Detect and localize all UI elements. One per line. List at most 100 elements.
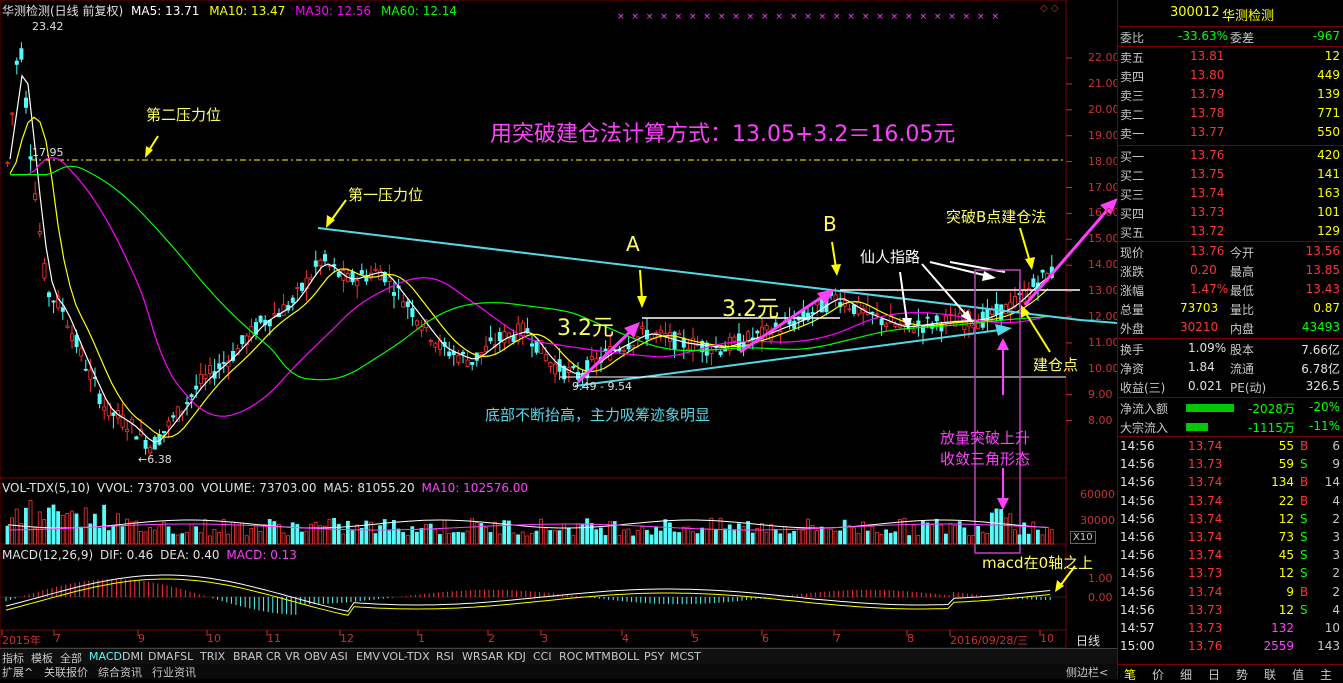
volume-bar	[815, 530, 819, 545]
candle	[125, 420, 130, 441]
price-tick-label: 16.00	[1088, 206, 1120, 220]
candle	[217, 354, 222, 379]
indicator-tab[interactable]: MACD	[89, 650, 122, 663]
time-axis-label: 2015年	[2, 634, 41, 647]
quote-label: 总量	[1120, 303, 1145, 317]
panel-tab[interactable]: 日	[1208, 666, 1220, 683]
indicator-tab[interactable]: CCI	[533, 650, 552, 663]
volume-bar	[778, 533, 783, 545]
extension-tab[interactable]: 行业资讯	[152, 664, 196, 680]
order-diff-label: 委差	[1230, 31, 1255, 45]
extension-tab[interactable]: 扩展^	[2, 664, 33, 680]
volume-bar	[635, 530, 640, 545]
ask-volume: 139	[1317, 87, 1340, 101]
indicator-tab[interactable]: BRAR	[233, 650, 263, 663]
sidebar-toggle[interactable]: 侧边栏<	[1066, 664, 1108, 680]
indicator-tab[interactable]: EMV	[356, 650, 380, 663]
indicator-tab[interactable]: ASI	[330, 650, 348, 663]
time-axis-label: 4	[622, 632, 629, 645]
vol-axis-multiplier: X10	[1070, 531, 1096, 544]
candle	[879, 317, 884, 336]
tick-count: 9	[1332, 457, 1340, 472]
panel-tab[interactable]: 势	[1236, 666, 1248, 683]
volume-bar	[603, 535, 608, 545]
indicator-tab[interactable]: DMI	[122, 650, 143, 663]
candle	[332, 257, 337, 273]
time-axis-label: 7	[54, 632, 61, 645]
tick-time: 14:56	[1120, 475, 1155, 490]
indicator-tab[interactable]: RSI	[436, 650, 454, 663]
indicator-tab[interactable]: BOLL	[611, 650, 639, 663]
first-pressure-annotation: 第一压力位	[348, 186, 424, 204]
indicator-tab[interactable]: PSY	[644, 650, 664, 663]
extension-tab[interactable]: 综合资讯	[98, 664, 142, 680]
second-pressure-annotation: 第二压力位	[146, 106, 222, 124]
ma10-label: MA10: 13.47	[209, 4, 286, 18]
indicator-tab[interactable]: VOL-TDX	[382, 650, 430, 663]
volume-bar	[824, 527, 829, 545]
volume-bar	[953, 524, 957, 545]
indicator-tab[interactable]: TRIX	[200, 650, 225, 663]
candle	[437, 334, 442, 357]
candle	[852, 304, 857, 317]
panel-controls[interactable]: ◇ ◇	[1040, 3, 1059, 14]
indicator-tab[interactable]: MTM	[585, 650, 611, 663]
price-tick-label: 18.00	[1088, 154, 1120, 168]
tick-volume: 2559	[1263, 639, 1294, 654]
candle	[373, 262, 378, 272]
volume-bar	[704, 528, 709, 545]
volume-bar	[456, 531, 461, 545]
candle	[1022, 280, 1027, 305]
quote-value: 13.85	[1305, 263, 1340, 277]
candle	[171, 412, 176, 422]
volume-bar	[313, 522, 318, 545]
volume-break-line2: 收敛三角形态	[940, 450, 1031, 468]
indicator-tab[interactable]: CR	[266, 650, 281, 663]
candle	[341, 260, 346, 293]
indicator-tab[interactable]: VR	[285, 650, 300, 663]
candle	[985, 299, 990, 332]
tick-time: 14:56	[1120, 439, 1155, 453]
tick-price: 13.74	[1188, 511, 1223, 526]
macd-axis-1: 1.00	[1088, 572, 1113, 585]
indicator-tab[interactable]: SAR	[481, 650, 503, 663]
volume-bar	[419, 528, 424, 545]
flow-amount: -1115万	[1248, 421, 1295, 435]
fund-value: 0.021	[1188, 379, 1223, 393]
volume-bar	[10, 517, 15, 545]
indicator-tab[interactable]: ROC	[559, 650, 583, 663]
candle	[658, 325, 663, 342]
candle	[640, 321, 645, 336]
indicator-tab[interactable]: DMA	[148, 650, 174, 663]
tick-volume: 12	[1278, 602, 1294, 617]
volume-bar	[957, 521, 962, 545]
volume-bar	[792, 530, 796, 545]
panel-tab[interactable]: 价	[1152, 666, 1164, 683]
candle	[801, 300, 806, 326]
panel-tab[interactable]: 联	[1264, 666, 1276, 683]
formula-annotation: 用突破建仓法计算方式：13.05+3.2＝16.05元	[490, 122, 956, 147]
candle	[313, 250, 318, 276]
pattern-markers: × × × × × × × × × × × × × × × × × × × × …	[617, 12, 1001, 22]
extension-tab[interactable]: 关联报价	[44, 664, 88, 680]
indicator-tab[interactable]: KDJ	[507, 650, 526, 663]
vol-indicator-name: VOL-TDX(5,10)	[2, 481, 91, 495]
volume-bar	[948, 523, 953, 545]
kline-chart-area[interactable]: 华测检测(日线 前复权) MA5: 13.71 MA10: 13.47 MA30…	[0, 0, 1120, 680]
tick-count: 4	[1332, 602, 1340, 617]
indicator-tab[interactable]: OBV	[304, 650, 327, 663]
timeframe-button[interactable]: 日线	[1076, 632, 1100, 649]
indicator-tab[interactable]: MCST	[670, 650, 701, 663]
volume-bar	[976, 525, 980, 545]
tick-price: 13.73	[1188, 621, 1223, 635]
quote-label: 涨跌	[1120, 265, 1145, 279]
candle	[663, 321, 668, 347]
panel-tab[interactable]: 值	[1292, 666, 1304, 683]
panel-tab[interactable]: 主	[1320, 666, 1332, 683]
panel-tab[interactable]: 笔	[1124, 666, 1136, 683]
candle	[60, 297, 65, 320]
panel-tab[interactable]: 细	[1180, 666, 1192, 683]
indicator-tab[interactable]: WR	[462, 650, 481, 663]
fund-value: 1.84	[1188, 360, 1215, 374]
indicator-tab[interactable]: FSL	[174, 650, 193, 663]
